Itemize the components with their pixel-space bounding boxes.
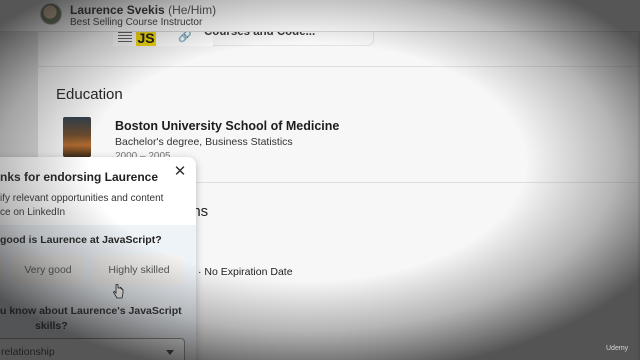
skill-level-question: good is Laurence at JavaScript? — [0, 234, 162, 246]
degree-text: Bachelor's degree, Business Statistics — [115, 136, 293, 148]
profile-headline: Best Selling Course Instructor — [70, 17, 203, 28]
relationship-question: skills? — [35, 320, 68, 332]
skill-option-very-good[interactable]: Very good — [12, 255, 84, 285]
skill-option-highly-skilled[interactable]: Highly skilled — [94, 255, 184, 285]
certification-expiry: · No Expiration Date — [198, 266, 293, 278]
pronouns: (He/Him) — [168, 3, 217, 17]
school-logo[interactable] — [63, 117, 91, 157]
sticky-profile-header: Laurence Svekis (He/Him) Best Selling Co… — [0, 0, 640, 32]
chevron-down-icon — [166, 350, 174, 355]
relationship-question: u know about Laurence's JavaScript — [0, 305, 182, 317]
watermark: Udemy — [606, 345, 629, 352]
dialog-description: ce on LinkedIn — [0, 207, 66, 218]
avatar[interactable] — [40, 3, 62, 25]
section-divider — [38, 66, 638, 67]
select-value: relationship — [1, 346, 55, 358]
endorsement-dialog: nks for endorsing Laurence ✕ ify relevan… — [0, 157, 196, 360]
education-heading: Education — [56, 86, 123, 103]
relationship-select[interactable]: relationship — [0, 338, 185, 360]
profile-name[interactable]: Laurence Svekis (He/Him) — [70, 3, 216, 17]
profile-name-text: Laurence Svekis — [70, 3, 165, 17]
dialog-description: ify relevant opportunities and content — [0, 193, 164, 204]
hand-cursor-icon — [113, 284, 124, 299]
skill-option-partial[interactable] — [0, 255, 4, 285]
dialog-title: nks for endorsing Laurence — [0, 170, 159, 184]
school-name[interactable]: Boston University School of Medicine — [115, 119, 339, 133]
close-icon[interactable]: ✕ — [170, 162, 190, 182]
